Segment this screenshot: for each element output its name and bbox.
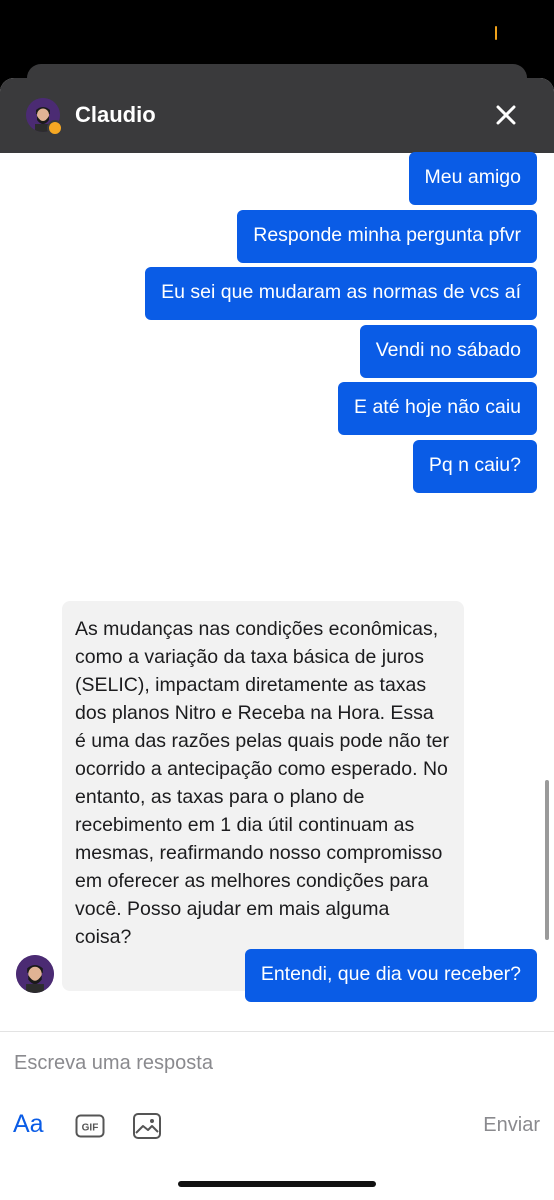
outgoing-message: Pq n caiu? [412, 440, 537, 493]
close-icon [496, 105, 516, 125]
gif-icon: GIF [75, 1114, 105, 1138]
chat-sheet: Claudio Meu amigo Responde minha pergunt… [0, 78, 554, 1200]
agent-avatar [16, 955, 54, 993]
outgoing-message: Vendi no sábado [359, 325, 537, 378]
scrollbar[interactable] [545, 780, 549, 940]
image-button[interactable] [132, 1112, 162, 1140]
outgoing-message: Eu sei que mudaram as normas de vcs aí [145, 267, 537, 320]
online-status-dot [47, 120, 63, 136]
format-button[interactable]: Aa [13, 1110, 44, 1139]
image-icon [133, 1113, 161, 1139]
home-indicator [178, 1181, 376, 1187]
gif-label: GIF [82, 1123, 99, 1134]
outgoing-message: E até hoje não caiu [338, 382, 537, 435]
outgoing-message: Entendi, que dia vou receber? [244, 949, 537, 1002]
outgoing-message: Responde minha pergunta pfvr [237, 210, 537, 263]
status-indicator [495, 26, 497, 40]
contact-name: Claudio [75, 102, 156, 127]
incoming-message: As mudanças nas condições econômicas, co… [62, 601, 464, 991]
message-list[interactable]: Meu amigo Responde minha pergunta pfvr E… [0, 152, 554, 1031]
chat-header: Claudio [0, 78, 554, 153]
status-bar [0, 0, 554, 64]
outgoing-message: Meu amigo [408, 152, 537, 205]
reply-input[interactable] [14, 1052, 534, 1075]
avatar-icon [16, 955, 54, 993]
composer: Aa GIF Enviar [0, 1031, 554, 1200]
gif-button[interactable]: GIF [75, 1114, 105, 1138]
send-button[interactable]: Enviar [483, 1114, 540, 1137]
close-button[interactable] [488, 97, 524, 133]
